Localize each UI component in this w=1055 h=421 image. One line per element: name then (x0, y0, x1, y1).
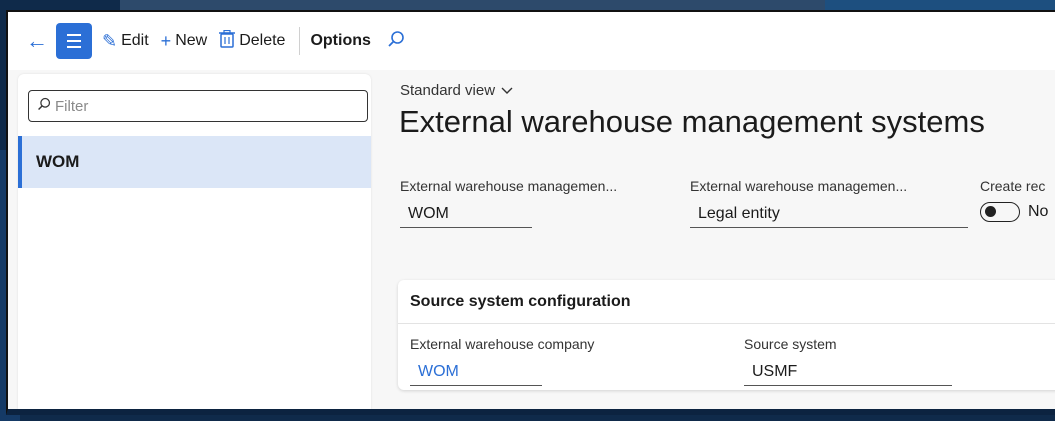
filter-input[interactable]: Filter (28, 90, 368, 122)
list-item-label: WOM (36, 152, 80, 171)
toolbar-divider (299, 27, 301, 55)
arrow-left-icon: ← (26, 28, 48, 53)
background-window-edge (120, 0, 830, 10)
field-wms-id: External warehouse managemen... WOM (400, 178, 670, 228)
list-pane: Filter WOM (18, 74, 371, 409)
trash-icon (219, 29, 236, 53)
create-rec-toggle[interactable] (980, 202, 1020, 222)
toggle-value: No (1028, 203, 1049, 220)
field-external-company: External warehouse company WOM (410, 336, 670, 386)
field-source-system: Source system USMF (744, 336, 984, 386)
search-icon (388, 30, 404, 47)
view-selector[interactable]: Standard view (400, 82, 513, 99)
back-button[interactable]: ← (22, 26, 52, 56)
source-system-card: Source system configuration External war… (398, 280, 1055, 390)
options-tab[interactable]: Options (310, 32, 370, 50)
edit-label: Edit (121, 32, 149, 49)
page-title: External warehouse management systems (399, 104, 985, 139)
external-company-input[interactable]: WOM (410, 358, 542, 386)
search-icon (37, 97, 51, 115)
card-title: Source system configuration (398, 280, 1055, 324)
pencil-icon: ✎ (102, 30, 118, 51)
field-label: External warehouse company (410, 336, 595, 352)
source-system-input[interactable]: USMF (744, 358, 952, 386)
filter-placeholder: Filter (55, 97, 89, 115)
action-pane: ← ✎ Edit + New Delete Options (8, 12, 1055, 70)
field-label: Create rec (980, 178, 1046, 194)
view-label: Standard view (400, 82, 496, 99)
wms-id-input[interactable]: WOM (400, 200, 532, 228)
new-button[interactable]: + New (161, 26, 208, 56)
field-wms-legal-entity: External warehouse managemen... Legal en… (690, 178, 970, 228)
delete-label: Delete (239, 32, 286, 49)
field-label: External warehouse managemen... (690, 178, 908, 194)
plus-icon: + (160, 30, 172, 51)
hamburger-icon (67, 34, 81, 36)
new-label: New (175, 32, 208, 49)
chevron-down-icon (501, 82, 513, 99)
details-pane: Standard view External warehouse managem… (382, 70, 1055, 409)
search-button[interactable] (387, 30, 405, 53)
edit-button[interactable]: ✎ Edit (102, 26, 149, 56)
list-item-wom[interactable]: WOM (18, 136, 371, 188)
delete-button[interactable]: Delete (219, 26, 285, 56)
field-label: Source system (744, 336, 837, 352)
legal-entity-input[interactable]: Legal entity (690, 200, 968, 228)
app-window: ← ✎ Edit + New Delete Options Filter WOM… (6, 10, 1055, 415)
field-create-rec: Create rec No (980, 178, 1055, 222)
list-toggle-button[interactable] (56, 23, 92, 59)
field-label: External warehouse managemen... (400, 178, 618, 194)
